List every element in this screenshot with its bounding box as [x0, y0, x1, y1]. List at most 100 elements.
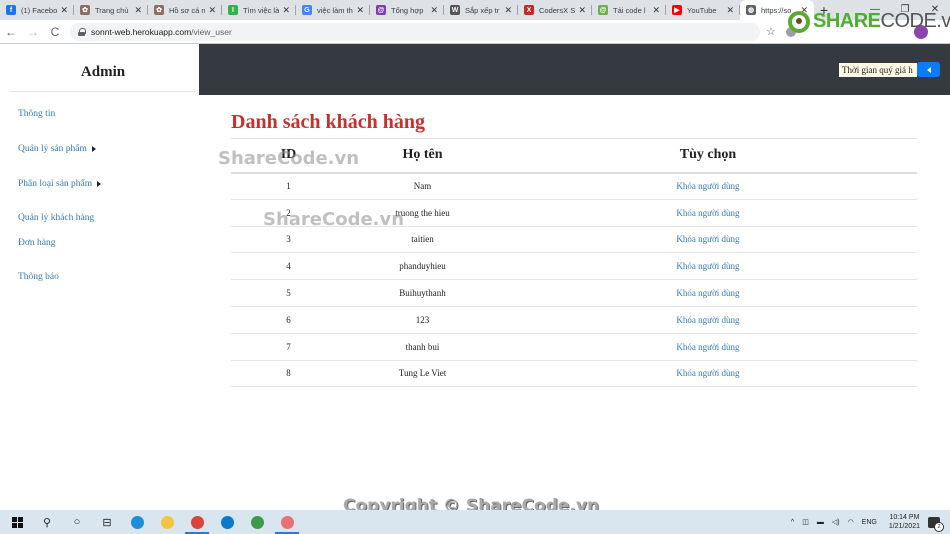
close-tab-icon[interactable]: ✕ [60, 5, 68, 16]
forward-button[interactable]: → [22, 25, 44, 39]
search-icon[interactable]: ⚲ [32, 510, 62, 534]
clock[interactable]: 10:14 PM 1/21/2021 [889, 513, 920, 531]
close-tab-icon[interactable]: ✕ [652, 5, 660, 16]
logo-code-text: CODE.vn [880, 10, 950, 32]
show-hidden-icons-chevron[interactable]: ^ [791, 519, 794, 526]
browser-tab[interactable]: Gviệc làm th ✕ [296, 0, 370, 20]
sidebar-item-customer-management[interactable]: Quản lý khách hàng [18, 213, 94, 223]
tab-label: Tổng hợp [391, 5, 424, 15]
cell-id: 2 [231, 199, 346, 227]
battery-icon[interactable]: ▬ [817, 519, 824, 526]
app-icon-shape [250, 515, 264, 529]
tab-label: (1) Facebo [21, 5, 58, 15]
bookmark-star-icon[interactable]: ☆ [766, 25, 776, 38]
language-indicator[interactable]: ENG [862, 519, 877, 526]
clock-date: 1/21/2021 [888, 523, 920, 530]
cell-id: 6 [231, 306, 346, 334]
address-bar[interactable]: sonnt-web.herokuapp.com/view_user [70, 22, 760, 41]
lock-user-link[interactable]: Khóa người dùng [676, 181, 739, 191]
tab-label: Tìm việc là [243, 5, 280, 15]
close-tab-icon[interactable]: ✕ [578, 5, 586, 16]
cell-name: thanh bui [346, 333, 499, 361]
close-tab-icon[interactable]: ✕ [282, 5, 290, 16]
sharecode-icon: @ [598, 5, 608, 15]
browser-tab[interactable]: X CodersX S ✕ [518, 0, 592, 20]
edge-icon[interactable] [122, 510, 152, 534]
lock-user-link[interactable]: Khóa người dùng [676, 234, 739, 244]
sidebar-item-info[interactable]: Thông tin [18, 109, 55, 119]
cortana-icon-glyph: ○ [73, 516, 81, 528]
table-row: 2 truong the hieu Khóa người dùng [231, 199, 917, 227]
browser-tab[interactable]: ✿ Trang chủ ✕ [74, 0, 148, 20]
lock-icon [78, 27, 86, 36]
close-tab-icon[interactable]: ✕ [504, 5, 512, 16]
task-view-icon[interactable]: ⊟ [92, 510, 122, 534]
vscode-icon[interactable] [212, 510, 242, 534]
tab-label: YouTube [687, 5, 717, 15]
close-tab-icon[interactable]: ✕ [726, 5, 734, 16]
cortana-icon[interactable]: ○ [62, 510, 92, 534]
chrome-icon[interactable] [182, 510, 212, 534]
cell-options: Khóa người dùng [499, 226, 917, 254]
cell-options: Khóa người dùng [499, 360, 917, 388]
browser-tab[interactable]: @ Tổng hợp ✕ [370, 0, 444, 20]
vscode-icon-shape [220, 515, 234, 529]
volume-icon[interactable]: ◁) [832, 518, 840, 526]
back-button[interactable]: ← [0, 25, 22, 39]
snip-icon[interactable] [272, 510, 302, 534]
caret-left-icon [926, 66, 931, 73]
column-header-id: ID [231, 138, 346, 174]
cell-options: Khóa người dùng [499, 333, 917, 361]
cell-id: 5 [231, 279, 346, 307]
lock-user-link[interactable]: Khóa người dùng [676, 288, 739, 298]
sidebar-item-orders[interactable]: Đơn hàng [18, 238, 55, 248]
wifi-icon[interactable]: ◠ [848, 518, 854, 526]
app-icon[interactable] [242, 510, 272, 534]
top-navbar: Thời gian quý giá h [199, 44, 950, 95]
cell-options: Khóa người dùng [499, 252, 917, 281]
browser-tab[interactable]: f (1) Facebo ✕ [0, 0, 74, 20]
cell-options: Khóa người dùng [499, 172, 917, 200]
sidebar-item-label: Phân loại sản phẩm [18, 179, 93, 189]
jobs-icon: I [228, 5, 238, 15]
cell-name: Buihuythanh [346, 279, 499, 307]
browser-tab[interactable]: W Sắp xếp tr ✕ [444, 0, 518, 20]
task-view-icon-glyph: ⊟ [102, 516, 112, 529]
sidebar-toggle-button[interactable] [917, 62, 940, 77]
lock-user-link[interactable]: Khóa người dùng [676, 368, 739, 378]
table-row: 4 phanduyhieu Khóa người dùng [231, 252, 917, 281]
close-tab-icon[interactable]: ✕ [134, 5, 142, 16]
lock-user-link[interactable]: Khóa người dùng [676, 315, 739, 325]
browser-tab[interactable]: I Tìm việc là ✕ [222, 0, 296, 20]
sidebar-item-product-management[interactable]: Quản lý sản phẩm [18, 144, 96, 154]
sidebar-item-notifications[interactable]: Thông báo [18, 272, 59, 282]
lock-user-link[interactable]: Khóa người dùng [676, 261, 739, 271]
windows-taskbar: ⚲ ○ ⊟ ^ ◫ ▬ ◁) ◠ ENG 10:14 PM 1/21/2021 [0, 510, 950, 534]
marquee-text: Thời gian quý giá h [839, 63, 917, 77]
customer-table: ID Họ tên Tùy chọn 1 Nam Khóa người dùng 2 t… [231, 138, 917, 388]
browser-tab[interactable]: ✿ Hồ sơ cá n ✕ [148, 0, 222, 20]
file-explorer-icon[interactable] [152, 510, 182, 534]
lock-user-link[interactable]: Khóa người dùng [676, 208, 739, 218]
sidebar-title: Admin [10, 44, 196, 92]
cell-options: Khóa người dùng [499, 199, 917, 227]
reload-button[interactable]: C [44, 25, 66, 39]
caret-right-icon [91, 146, 96, 152]
close-tab-icon[interactable]: ✕ [208, 5, 216, 16]
close-tab-icon[interactable]: ✕ [356, 5, 364, 16]
network-icon[interactable]: ◫ [802, 518, 809, 526]
file-explorer-icon-shape [160, 515, 174, 529]
lock-user-link[interactable]: Khóa người dùng [676, 342, 739, 352]
cell-id: 8 [231, 360, 346, 388]
cell-name: Tung Le Viet [346, 360, 499, 388]
browser-tab[interactable]: @ Tải code l ✕ [592, 0, 666, 20]
cell-id: 7 [231, 333, 346, 361]
site-icon: ✿ [154, 5, 164, 15]
close-tab-icon[interactable]: ✕ [430, 5, 438, 16]
sidebar-item-label: Đơn hàng [18, 238, 56, 248]
notification-center-icon[interactable] [928, 516, 944, 532]
browser-tab[interactable]: ▶ YouTube ✕ [666, 0, 740, 20]
windows-start-icon[interactable] [2, 510, 32, 534]
sidebar-item-product-categories[interactable]: Phân loại sản phẩm [18, 179, 102, 189]
at-icon: @ [376, 5, 386, 15]
